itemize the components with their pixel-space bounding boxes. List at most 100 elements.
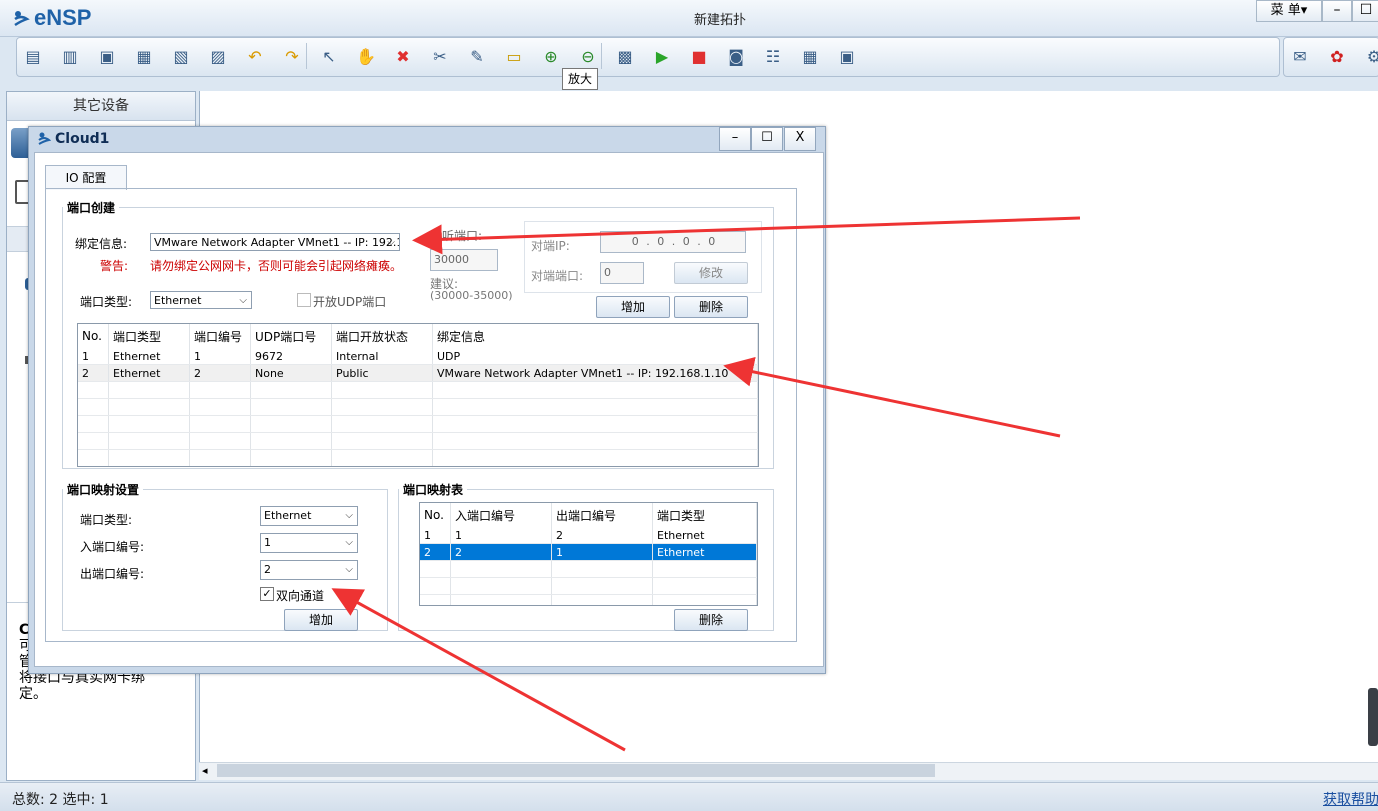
table-row[interactable]: 1 Ethernet 1 9672 Internal UDP (78, 348, 758, 365)
col-out-port[interactable]: 出端口编号 (551, 503, 653, 527)
stop-icon[interactable]: ■ (688, 45, 710, 67)
udp-open-label: 开放UDP端口 (313, 295, 387, 309)
peer-ip-input[interactable]: 0 . 0 . 0 . 0 (600, 231, 746, 253)
maximize-button[interactable]: ☐ (1352, 0, 1378, 22)
layout-icon[interactable]: ▦ (799, 45, 821, 67)
table-row[interactable]: 2 Ethernet 2 None Public VMware Network … (78, 364, 758, 382)
cell-out-port: 1 (551, 543, 653, 561)
capture-icon[interactable]: ◙ (725, 45, 747, 67)
empty-row (78, 415, 758, 433)
menu-button[interactable]: 菜 单▾ (1256, 0, 1322, 22)
ensp-logo-icon (14, 11, 30, 27)
in-port-select[interactable]: 1 ⌵ (260, 533, 358, 553)
text-note-icon[interactable]: ✎ (466, 45, 488, 67)
cell-out-port: 2 (551, 527, 653, 544)
empty-row (78, 432, 758, 450)
dialog-close-button[interactable]: X (784, 127, 816, 151)
cell-no: 1 (420, 527, 451, 544)
bidirectional-checkbox[interactable]: ✓ (260, 587, 274, 601)
pan-hand-icon[interactable]: ✋ (355, 45, 377, 67)
col-port-type[interactable]: 端口类型 (652, 503, 757, 527)
save-as-icon[interactable]: ▧ (170, 45, 192, 67)
zoom-out-icon[interactable]: ⊖ (577, 45, 599, 67)
device-panel-header[interactable]: 其它设备 (7, 92, 195, 121)
out-port-label: 出端口编号: (80, 567, 145, 581)
out-port-value: 2 (264, 563, 271, 576)
table-row[interactable]: 1 1 2 Ethernet (420, 527, 757, 544)
cell-port-type: Ethernet (652, 527, 757, 544)
cell-open-state: Public (331, 364, 433, 382)
delete-icon[interactable]: ✖ (392, 45, 414, 67)
map-port-type-select[interactable]: Ethernet ⌵ (260, 506, 358, 526)
empty-row (420, 577, 757, 595)
chevron-down-icon: ⌵ (387, 237, 395, 248)
zoom-in-tooltip: 放大 (562, 68, 598, 90)
out-port-select[interactable]: 2 ⌵ (260, 560, 358, 580)
col-open-state[interactable]: 端口开放状态 (331, 324, 433, 348)
cell-port-type: Ethernet (108, 348, 190, 365)
undo-icon[interactable]: ↶ (244, 45, 266, 67)
cell-port-type: Ethernet (108, 364, 190, 382)
topology-icon[interactable]: ▩ (614, 45, 636, 67)
port-type-select[interactable]: Ethernet ⌵ (150, 291, 252, 309)
delete-link-icon[interactable]: ✂ (429, 45, 451, 67)
modify-button[interactable]: 修改 (674, 262, 748, 284)
col-no[interactable]: No. (420, 503, 451, 527)
huawei-icon[interactable]: ✿ (1326, 45, 1348, 67)
table-header-row: No. 入端口编号 出端口编号 端口类型 (420, 503, 757, 527)
save-icon[interactable]: ▦ (133, 45, 155, 67)
dialog-maximize-button[interactable]: ☐ (751, 127, 783, 151)
udp-open-checkbox[interactable] (297, 293, 311, 307)
toolbar-separator (306, 43, 307, 69)
peer-port-input[interactable]: 0 (600, 262, 644, 284)
chat-icon[interactable]: ✉ (1289, 45, 1311, 67)
bind-info-value: VMware Network Adapter VMnet1 -- IP: 192… (154, 236, 400, 249)
chevron-down-icon: ⌵ (345, 510, 353, 521)
print-icon[interactable]: ▨ (207, 45, 229, 67)
minimize-button[interactable]: – (1322, 0, 1352, 22)
col-port-number[interactable]: 端口编号 (189, 324, 251, 348)
mapping-table-legend: 端口映射表 (403, 483, 464, 497)
redo-icon[interactable]: ↷ (281, 45, 303, 67)
scroll-left-icon[interactable]: ◂ (202, 764, 208, 777)
zoom-in-icon[interactable]: ⊕ (540, 45, 562, 67)
table-header-row: No. 端口类型 端口编号 UDP端口号 端口开放状态 绑定信息 (78, 324, 758, 348)
terminal-icon[interactable]: ▣ (836, 45, 858, 67)
window-title: 新建拓扑 (693, 13, 746, 28)
empty-row (420, 560, 757, 578)
cell-udp-port: 9672 (250, 348, 332, 365)
bind-info-label: 绑定信息: (75, 237, 128, 251)
col-bind-info[interactable]: 绑定信息 (432, 324, 758, 348)
bind-info-select[interactable]: VMware Network Adapter VMnet1 -- IP: 192… (150, 233, 400, 251)
rectangle-icon[interactable]: ▭ (503, 45, 525, 67)
get-help-link[interactable]: 获取帮助 (1323, 789, 1378, 809)
add-port-button[interactable]: 增加 (596, 296, 670, 318)
add-mapping-button[interactable]: 增加 (284, 609, 358, 631)
open-icon[interactable]: ▣ (96, 45, 118, 67)
settings-icon[interactable]: ⚙ (1363, 45, 1378, 67)
col-port-type[interactable]: 端口类型 (108, 324, 190, 348)
delete-port-button[interactable]: 删除 (674, 296, 748, 318)
dialog-minimize-button[interactable]: – (719, 127, 751, 151)
mapping-settings-legend: 端口映射设置 (67, 483, 140, 497)
cell-port-number: 1 (189, 348, 251, 365)
new-topology-icon[interactable]: ▤ (22, 45, 44, 67)
col-udp-port[interactable]: UDP端口号 (250, 324, 332, 348)
listen-port-input[interactable]: 30000 (430, 249, 498, 271)
new-example-icon[interactable]: ▥ (59, 45, 81, 67)
table-row-selected[interactable]: 2 2 1 Ethernet (420, 543, 757, 561)
delete-mapping-button[interactable]: 删除 (674, 609, 748, 631)
scrollbar-thumb[interactable] (217, 764, 935, 777)
col-no[interactable]: No. (78, 324, 109, 348)
volume-meter-widget[interactable] (1368, 688, 1378, 746)
tab-io-config[interactable]: IO 配置 (45, 165, 127, 190)
cell-no: 1 (78, 348, 109, 365)
cell-no: 2 (78, 364, 109, 382)
col-in-port[interactable]: 入端口编号 (450, 503, 552, 527)
toolbar-separator (601, 43, 602, 69)
device-list-icon[interactable]: ☷ (762, 45, 784, 67)
port-type-label: 端口类型: (80, 295, 133, 309)
start-icon[interactable]: ▶ (651, 45, 673, 67)
select-icon[interactable]: ↖ (318, 45, 340, 67)
bidirectional-label: 双向通道 (276, 589, 325, 603)
